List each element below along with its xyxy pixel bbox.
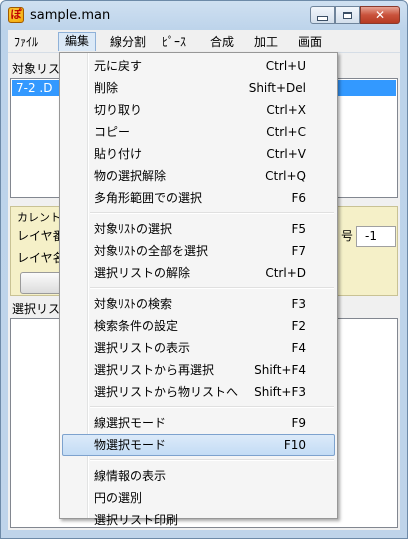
menu-item-label: 選択リストから物リストへ — [94, 385, 239, 399]
menu-file[interactable]: ﾌｧｲﾙ — [8, 33, 44, 51]
menu-item-shortcut: Shift+F3 — [254, 385, 306, 399]
menu-item-shortcut: Shift+Del — [248, 81, 306, 95]
edit-menu-item[interactable]: 線選択モード F9 — [62, 412, 335, 434]
minimize-button[interactable] — [310, 6, 335, 24]
menu-item-label: 選択リスト印刷 — [94, 513, 179, 527]
edit-menu-item[interactable]: 選択リストから物リストへ Shift+F3 — [62, 381, 335, 403]
menu-item-label: 物の選択解除 — [94, 169, 167, 183]
menu-item-label: 検索条件の設定 — [94, 319, 179, 333]
menu-item-shortcut: F9 — [291, 416, 306, 430]
close-button[interactable]: ✕ — [360, 6, 400, 24]
edit-menu-dropdown: 元に戻す Ctrl+U 削除 Shift+Del 切り取り Ctrl+X コピー Ctrl+C… — [59, 52, 338, 527]
menu-item-label: 削除 — [94, 81, 119, 95]
current-label: カレント — [17, 211, 61, 224]
menu-line-split[interactable]: 線分割 — [104, 33, 152, 51]
edit-menu-item[interactable]: 削除 Shift+Del — [62, 77, 335, 99]
menu-item-label: 対象ﾘｽﾄの全部を選択 — [94, 244, 209, 258]
edit-menu-item[interactable]: 対象ﾘｽﾄの検索 F3 — [62, 293, 335, 315]
menu-bar: ﾌｧｲﾙ 編集 線分割 ﾋﾟｰｽ 合成 加工 画面 — [8, 30, 400, 53]
app-icon[interactable]: ぽ — [8, 7, 24, 23]
menu-separator — [90, 459, 334, 461]
menu-separator — [90, 406, 334, 408]
edit-menu-item[interactable]: 物の選択解除 Ctrl+Q — [62, 165, 335, 187]
edit-menu-item[interactable]: 線情報の表示 — [62, 465, 335, 487]
close-icon: ✕ — [374, 8, 386, 22]
window-title: sample.man — [30, 8, 111, 23]
edit-menu-item[interactable]: 切り取り Ctrl+X — [62, 99, 335, 121]
menu-item-label: 貼り付け — [94, 147, 143, 161]
menu-item-shortcut: F2 — [291, 319, 306, 333]
menu-item-label: 選択リストから再選択 — [94, 363, 215, 377]
menu-item-label: 切り取り — [94, 103, 143, 117]
menu-item-label: 多角形範囲での選択 — [94, 191, 203, 205]
edit-menu-item[interactable]: コピー Ctrl+C — [62, 121, 335, 143]
edit-menu-item[interactable]: 円の選別 — [62, 487, 335, 509]
edit-menu-item[interactable]: 選択リストの解除 Ctrl+D — [62, 262, 335, 284]
menu-item-label: 選択リストの解除 — [94, 266, 191, 280]
edit-menu-item[interactable]: 選択リスト印刷 — [62, 509, 335, 531]
menu-item-shortcut: F4 — [291, 341, 306, 355]
edit-menu-item[interactable]: 物選択モード F10 — [62, 434, 335, 456]
minimize-icon — [317, 15, 328, 21]
menu-item-label: 対象ﾘｽﾄの選択 — [94, 222, 173, 236]
layer-name-label: レイヤ名 — [17, 251, 65, 265]
menu-item-label: 円の選別 — [94, 491, 143, 505]
caption-buttons: ✕ — [310, 6, 400, 25]
maximize-icon — [343, 11, 352, 19]
menu-item-shortcut: Shift+F4 — [254, 363, 306, 377]
menu-separator — [90, 287, 334, 289]
edit-menu-item[interactable]: 元に戻す Ctrl+U — [62, 55, 335, 77]
selection-list-label: 選択リス — [12, 302, 61, 316]
menu-item-shortcut: Ctrl+C — [266, 125, 306, 139]
menu-item-label: コピー — [94, 125, 131, 139]
menu-compose[interactable]: 合成 — [204, 33, 240, 51]
edit-menu-item[interactable]: 対象ﾘｽﾄの全部を選択 F7 — [62, 240, 335, 262]
menu-screen[interactable]: 画面 — [292, 33, 328, 51]
edit-menu-item[interactable]: 選択リストから再選択 Shift+F4 — [62, 359, 335, 381]
menu-item-label: 物選択モード — [94, 438, 167, 452]
edit-menu-item[interactable]: 貼り付け Ctrl+V — [62, 143, 335, 165]
edit-menu-item[interactable]: 検索条件の設定 F2 — [62, 315, 335, 337]
number-suffix-label: 号 — [341, 229, 354, 243]
menu-item-shortcut: Ctrl+V — [266, 147, 306, 161]
edit-menu-item[interactable]: 選択リストの表示 F4 — [62, 337, 335, 359]
layer-number-label: レイヤ番 — [17, 229, 65, 243]
menu-item-shortcut: F5 — [291, 222, 306, 236]
menu-item-label: 対象ﾘｽﾄの検索 — [94, 297, 173, 311]
menu-item-shortcut: F6 — [291, 191, 306, 205]
layer-number-field[interactable]: -1 — [356, 226, 396, 247]
edit-menu-item[interactable]: 多角形範囲での選択 F6 — [62, 187, 335, 209]
menu-edit[interactable]: 編集 — [58, 32, 97, 51]
menu-item-label: 線選択モード — [94, 416, 167, 430]
menu-item-shortcut: F7 — [291, 244, 306, 258]
menu-item-shortcut: Ctrl+U — [265, 59, 306, 73]
menu-item-shortcut: Ctrl+Q — [265, 169, 306, 183]
menu-item-shortcut: Ctrl+D — [265, 266, 306, 280]
menu-item-label: 線情報の表示 — [94, 469, 167, 483]
maximize-button[interactable] — [335, 6, 360, 24]
menu-item-shortcut: F3 — [291, 297, 306, 311]
menu-separator — [90, 212, 334, 214]
menu-item-shortcut: Ctrl+X — [266, 103, 306, 117]
target-list-label: 対象リス — [12, 62, 61, 76]
menu-item-shortcut: F10 — [283, 438, 306, 452]
menu-item-label: 元に戻す — [94, 59, 143, 73]
menu-item-label: 選択リストの表示 — [94, 341, 191, 355]
title-bar[interactable]: ぽ sample.man ✕ — [0, 0, 408, 30]
edit-menu-item[interactable]: 対象ﾘｽﾄの選択 F5 — [62, 218, 335, 240]
menu-process[interactable]: 加工 — [248, 33, 284, 51]
menu-piece[interactable]: ﾋﾟｰｽ — [156, 33, 192, 51]
